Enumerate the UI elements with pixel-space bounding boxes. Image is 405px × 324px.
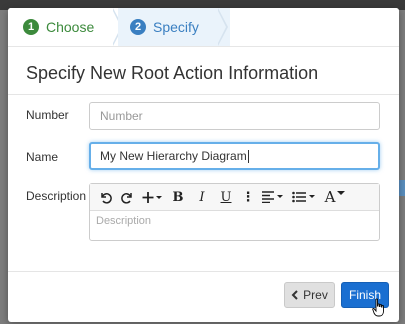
wizard-dialog: 1 Choose 2 Specify Specify New Root Acti… [8,8,399,322]
number-placeholder: Number [100,109,143,123]
font-menu-label: A [324,188,336,206]
underline-button[interactable]: U [214,186,238,208]
italic-button[interactable]: I [190,186,214,208]
description-editor[interactable]: B I U ⋮ A Description [89,183,380,241]
list-menu-icon[interactable] [288,186,320,208]
more-options-icon[interactable]: ⋮ [238,186,258,208]
font-menu-button[interactable]: A [320,186,350,208]
chevron-left-icon [291,290,298,300]
dialog-title: Specify New Root Action Information [26,63,319,83]
description-label: Description [26,189,87,203]
insert-menu-icon[interactable] [138,186,166,208]
description-placeholder: Description [96,215,152,227]
step-specify[interactable]: 2 Specify [118,8,230,46]
editor-toolbar: B I U ⋮ A [90,184,379,211]
text-caret [247,149,249,163]
name-input[interactable]: My New Hierarchy Diagram [89,142,380,170]
step-separator-fill [217,9,226,45]
redo-icon[interactable] [116,186,138,208]
name-label: Name [26,150,59,164]
undo-icon[interactable] [94,186,116,208]
prev-button[interactable]: Prev [284,282,335,308]
step-label: Choose [46,19,95,35]
divider [8,271,399,272]
wizard-steps: 1 Choose 2 Specify [8,8,399,47]
step-label: Specify [153,19,199,35]
step-number-badge: 2 [130,19,146,35]
prev-label: Prev [303,288,328,302]
divider [8,94,399,95]
bold-button[interactable]: B [166,186,190,208]
number-input[interactable]: Number [89,102,380,130]
hand-cursor-icon [372,298,384,317]
step-number-badge: 1 [23,19,39,35]
number-label: Number [26,108,69,122]
name-value: My New Hierarchy Diagram [100,149,247,163]
align-menu-icon[interactable] [258,186,288,208]
